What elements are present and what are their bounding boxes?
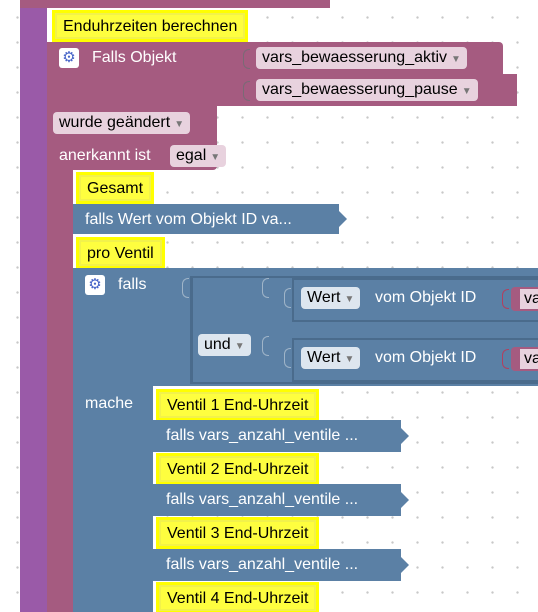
outer-block-top-edge <box>20 0 330 8</box>
comment-ventil-1[interactable]: Ventil 1 End-Uhrzeit <box>159 392 317 418</box>
vom-objekt-label-2: vom Objekt ID <box>375 349 477 366</box>
comment-pro-ventil[interactable]: pro Ventil <box>79 240 162 266</box>
object-id-stub-1-label: va <box>520 289 538 309</box>
gear-icon[interactable]: ⚙ <box>85 275 105 295</box>
object-id-stub-2-label: va <box>520 349 538 369</box>
collapsed-notch <box>401 557 409 573</box>
chevron-down-icon: ▼ <box>461 86 472 97</box>
collapsed-ventil-1-label: falls vars_anzahl_ventile ... <box>166 427 359 444</box>
collapsed-ventil-3-label: falls vars_anzahl_ventile ... <box>166 556 359 573</box>
input-slot <box>182 278 189 298</box>
input-slot <box>284 348 291 368</box>
trigger-inner-column <box>47 170 73 612</box>
changed-select-label: wurde geändert <box>59 114 171 131</box>
input-slot <box>284 288 291 308</box>
changed-select[interactable]: wurde geändert ▼ <box>53 112 191 134</box>
object-aktiv-label: vars_bewaesserung_aktiv <box>262 49 447 66</box>
input-slot <box>262 336 269 356</box>
input-slot <box>502 289 509 309</box>
object-select-pause[interactable]: vars_bewaesserung_pause ▼ <box>256 79 478 101</box>
wert-select-1-label: Wert <box>307 289 341 306</box>
collapsed-notch <box>401 492 409 508</box>
collapsed-notch <box>339 211 347 227</box>
gear-icon[interactable]: ⚙ <box>59 48 79 68</box>
falls-objekt-label: Falls Objekt <box>92 49 177 66</box>
chevron-down-icon: ▼ <box>451 54 461 65</box>
und-select[interactable]: und ▼ <box>198 334 251 356</box>
if-block-column <box>73 386 153 612</box>
und-select-label: und <box>204 336 231 353</box>
chevron-down-icon: ▼ <box>210 152 221 163</box>
chevron-down-icon: ▼ <box>344 354 355 365</box>
vom-objekt-label-1: vom Objekt ID <box>375 289 477 306</box>
mache-label: mache <box>85 395 134 412</box>
input-slot <box>243 81 250 101</box>
ack-label: anerkannt ist <box>59 147 151 164</box>
input-slot <box>243 49 250 69</box>
ack-select-label: egal <box>176 147 207 164</box>
object-select-aktiv[interactable]: vars_bewaesserung_aktiv ▼ <box>256 47 467 69</box>
collapsed-falls-wert-label: falls Wert vom Objekt ID va... <box>85 211 292 228</box>
object-pause-label: vars_bewaesserung_pause <box>262 81 458 98</box>
comment-enduhrzeiten[interactable]: Enduhrzeiten berechnen <box>55 13 246 39</box>
input-slot <box>262 278 269 298</box>
comment-ventil-3[interactable]: Ventil 3 End-Uhrzeit <box>159 520 317 546</box>
outer-block-bar <box>20 0 47 612</box>
wert-select-2-label: Wert <box>307 349 341 366</box>
collapsed-ventil-2-label: falls vars_anzahl_ventile ... <box>166 491 359 508</box>
comment-ventil-4[interactable]: Ventil 4 End-Uhrzeit <box>159 585 317 611</box>
chevron-down-icon: ▼ <box>174 119 185 130</box>
chevron-down-icon: ▼ <box>234 341 245 352</box>
input-slot <box>502 349 509 369</box>
chevron-down-icon: ▼ <box>344 294 355 305</box>
wert-select-2[interactable]: Wert ▼ <box>301 347 361 369</box>
comment-gesamt[interactable]: Gesamt <box>79 175 152 201</box>
ack-select[interactable]: egal ▼ <box>170 145 227 167</box>
collapsed-notch <box>401 428 409 444</box>
if-falls-label: falls <box>118 276 147 293</box>
comment-ventil-2[interactable]: Ventil 2 End-Uhrzeit <box>159 456 317 482</box>
wert-select-1[interactable]: Wert ▼ <box>301 287 361 309</box>
